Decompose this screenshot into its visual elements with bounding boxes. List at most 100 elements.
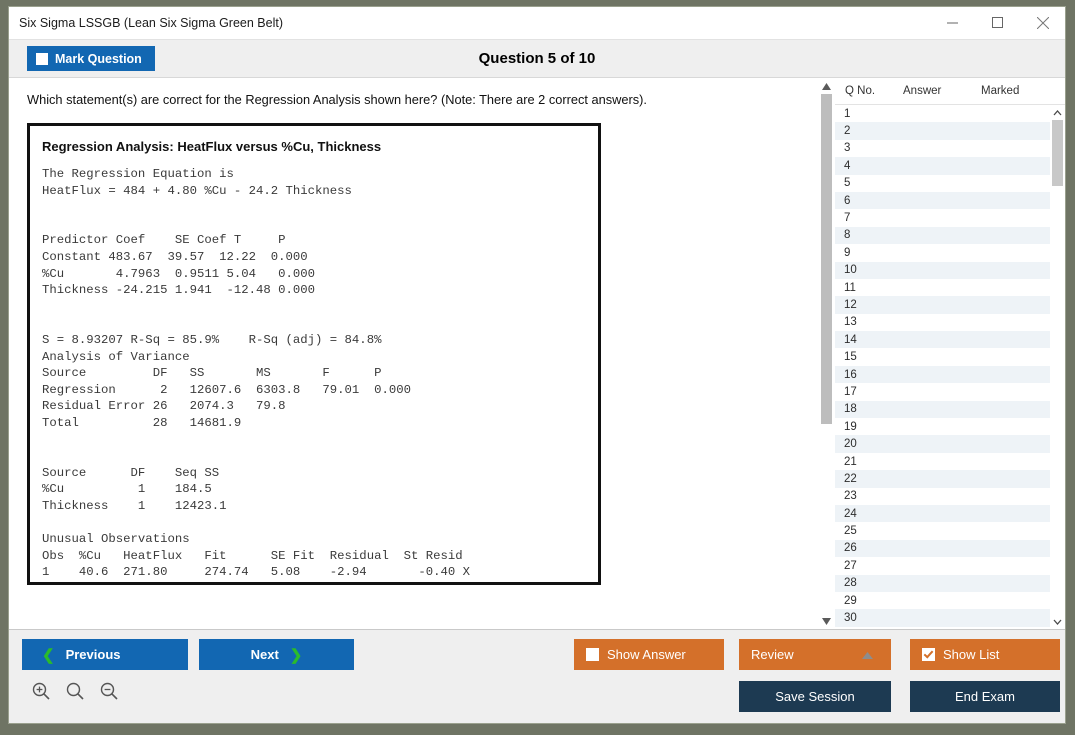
question-list-row[interactable]: 25 [835,522,1050,539]
question-number-cell: 10 [835,264,902,276]
mark-question-label: Mark Question [55,52,142,66]
content-scrollbar[interactable] [818,78,834,629]
question-list-row[interactable]: 2 [835,122,1050,139]
question-number-cell: 20 [835,438,902,450]
question-number-cell: 12 [835,299,902,311]
title-bar: Six Sigma LSSGB (Lean Six Sigma Green Be… [9,7,1065,39]
minimize-icon[interactable] [930,7,975,38]
question-number-cell: 18 [835,403,902,415]
content-scrollbar-thumb[interactable] [821,94,832,424]
question-number-cell: 15 [835,351,902,363]
question-list-row[interactable]: 30 [835,609,1050,626]
question-list-row[interactable]: 27 [835,557,1050,574]
zoom-in-icon[interactable] [31,681,51,701]
next-label: Next [251,647,279,662]
question-number-cell: 23 [835,490,902,502]
question-number-cell: 24 [835,508,902,520]
zoom-out-icon[interactable] [99,681,119,701]
question-list-row[interactable]: 3 [835,140,1050,157]
previous-button[interactable]: ❮ Previous [22,639,188,670]
close-icon[interactable] [1020,7,1065,38]
question-content: Which statement(s) are correct for the R… [9,78,818,629]
chevron-right-icon: ❯ [290,646,303,664]
question-list-row[interactable]: 11 [835,279,1050,296]
chevron-left-icon: ❮ [42,646,55,664]
qlist-scroll-down-arrow-icon[interactable] [1050,614,1065,629]
question-text: Which statement(s) are correct for the R… [27,92,818,107]
mark-question-button[interactable]: Mark Question [27,46,155,71]
question-list-row[interactable]: 23 [835,488,1050,505]
question-list-row[interactable]: 4 [835,157,1050,174]
question-list-row[interactable]: 1 [835,105,1050,122]
question-list-row[interactable]: 28 [835,575,1050,592]
question-list-row[interactable]: 20 [835,435,1050,452]
save-session-button[interactable]: Save Session [739,681,891,712]
scroll-up-arrow-icon[interactable] [819,78,834,94]
question-list-row[interactable]: 12 [835,296,1050,313]
question-list-row[interactable]: 22 [835,470,1050,487]
question-list-row[interactable]: 15 [835,348,1050,365]
column-header-answer: Answer [903,85,981,97]
qlist-scrollbar-track[interactable] [1052,120,1063,614]
question-list-row[interactable]: 19 [835,418,1050,435]
question-number-cell: 14 [835,334,902,346]
question-list-row[interactable]: 18 [835,401,1050,418]
column-header-marked: Marked [981,85,1051,97]
column-header-qno: Q No. [837,85,903,97]
zoom-controls [31,681,119,701]
show-list-label: Show List [943,647,999,662]
window-controls [930,7,1065,38]
page-title: Question 5 of 10 [9,50,1065,67]
question-number-cell: 19 [835,421,902,433]
header-bar: Mark Question Question 5 of 10 [9,39,1065,78]
question-number-cell: 25 [835,525,902,537]
scroll-down-arrow-icon[interactable] [819,613,834,629]
question-list-row[interactable]: 10 [835,262,1050,279]
question-list-scrollbar[interactable] [1050,105,1065,629]
question-number-cell: 16 [835,369,902,381]
question-list-row[interactable]: 8 [835,227,1050,244]
question-number-cell: 30 [835,612,902,624]
question-list-body: 1234567891011121314151617181920212223242… [835,105,1065,629]
next-button[interactable]: Next ❯ [199,639,354,670]
question-number-cell: 8 [835,229,902,241]
show-answer-checkbox-icon[interactable] [586,648,599,661]
regression-output-box: Regression Analysis: HeatFlux versus %Cu… [27,123,601,585]
question-number-cell: 2 [835,125,902,137]
show-answer-button[interactable]: Show Answer [574,639,724,670]
question-list-row[interactable]: 21 [835,453,1050,470]
question-list-row[interactable]: 6 [835,192,1050,209]
maximize-icon[interactable] [975,7,1020,38]
question-list-row[interactable]: 7 [835,209,1050,226]
question-list-row[interactable]: 24 [835,505,1050,522]
footer-toolbar: ❮ Previous Next ❯ [9,629,1065,723]
question-number-cell: 9 [835,247,902,259]
question-list-row[interactable]: 26 [835,540,1050,557]
qlist-scrollbar-thumb[interactable] [1052,120,1063,186]
question-list-row[interactable]: 16 [835,366,1050,383]
question-list-row[interactable]: 9 [835,244,1050,261]
zoom-reset-icon[interactable] [65,681,85,701]
chevron-up-icon[interactable] [862,647,873,662]
question-number-cell: 22 [835,473,902,485]
question-list-row[interactable]: 17 [835,383,1050,400]
question-number-cell: 13 [835,316,902,328]
show-answer-label: Show Answer [607,647,686,662]
regression-title: Regression Analysis: HeatFlux versus %Cu… [42,139,586,154]
content-scrollbar-track[interactable] [821,94,832,613]
question-list-row[interactable]: 5 [835,175,1050,192]
question-list-row[interactable]: 13 [835,314,1050,331]
show-list-button[interactable]: Show List [910,639,1060,670]
review-dropdown[interactable]: Review [739,639,891,670]
save-session-label: Save Session [775,689,855,704]
question-number-cell: 4 [835,160,902,172]
show-list-checkbox-icon[interactable] [922,648,935,661]
mark-question-checkbox-icon[interactable] [36,53,48,65]
end-exam-button[interactable]: End Exam [910,681,1060,712]
question-number-cell: 1 [835,108,902,120]
qlist-scroll-up-arrow-icon[interactable] [1050,105,1065,120]
question-list-row[interactable]: 14 [835,331,1050,348]
question-list-row[interactable]: 29 [835,592,1050,609]
window-title: Six Sigma LSSGB (Lean Six Sigma Green Be… [9,16,283,30]
question-number-cell: 11 [835,282,902,294]
